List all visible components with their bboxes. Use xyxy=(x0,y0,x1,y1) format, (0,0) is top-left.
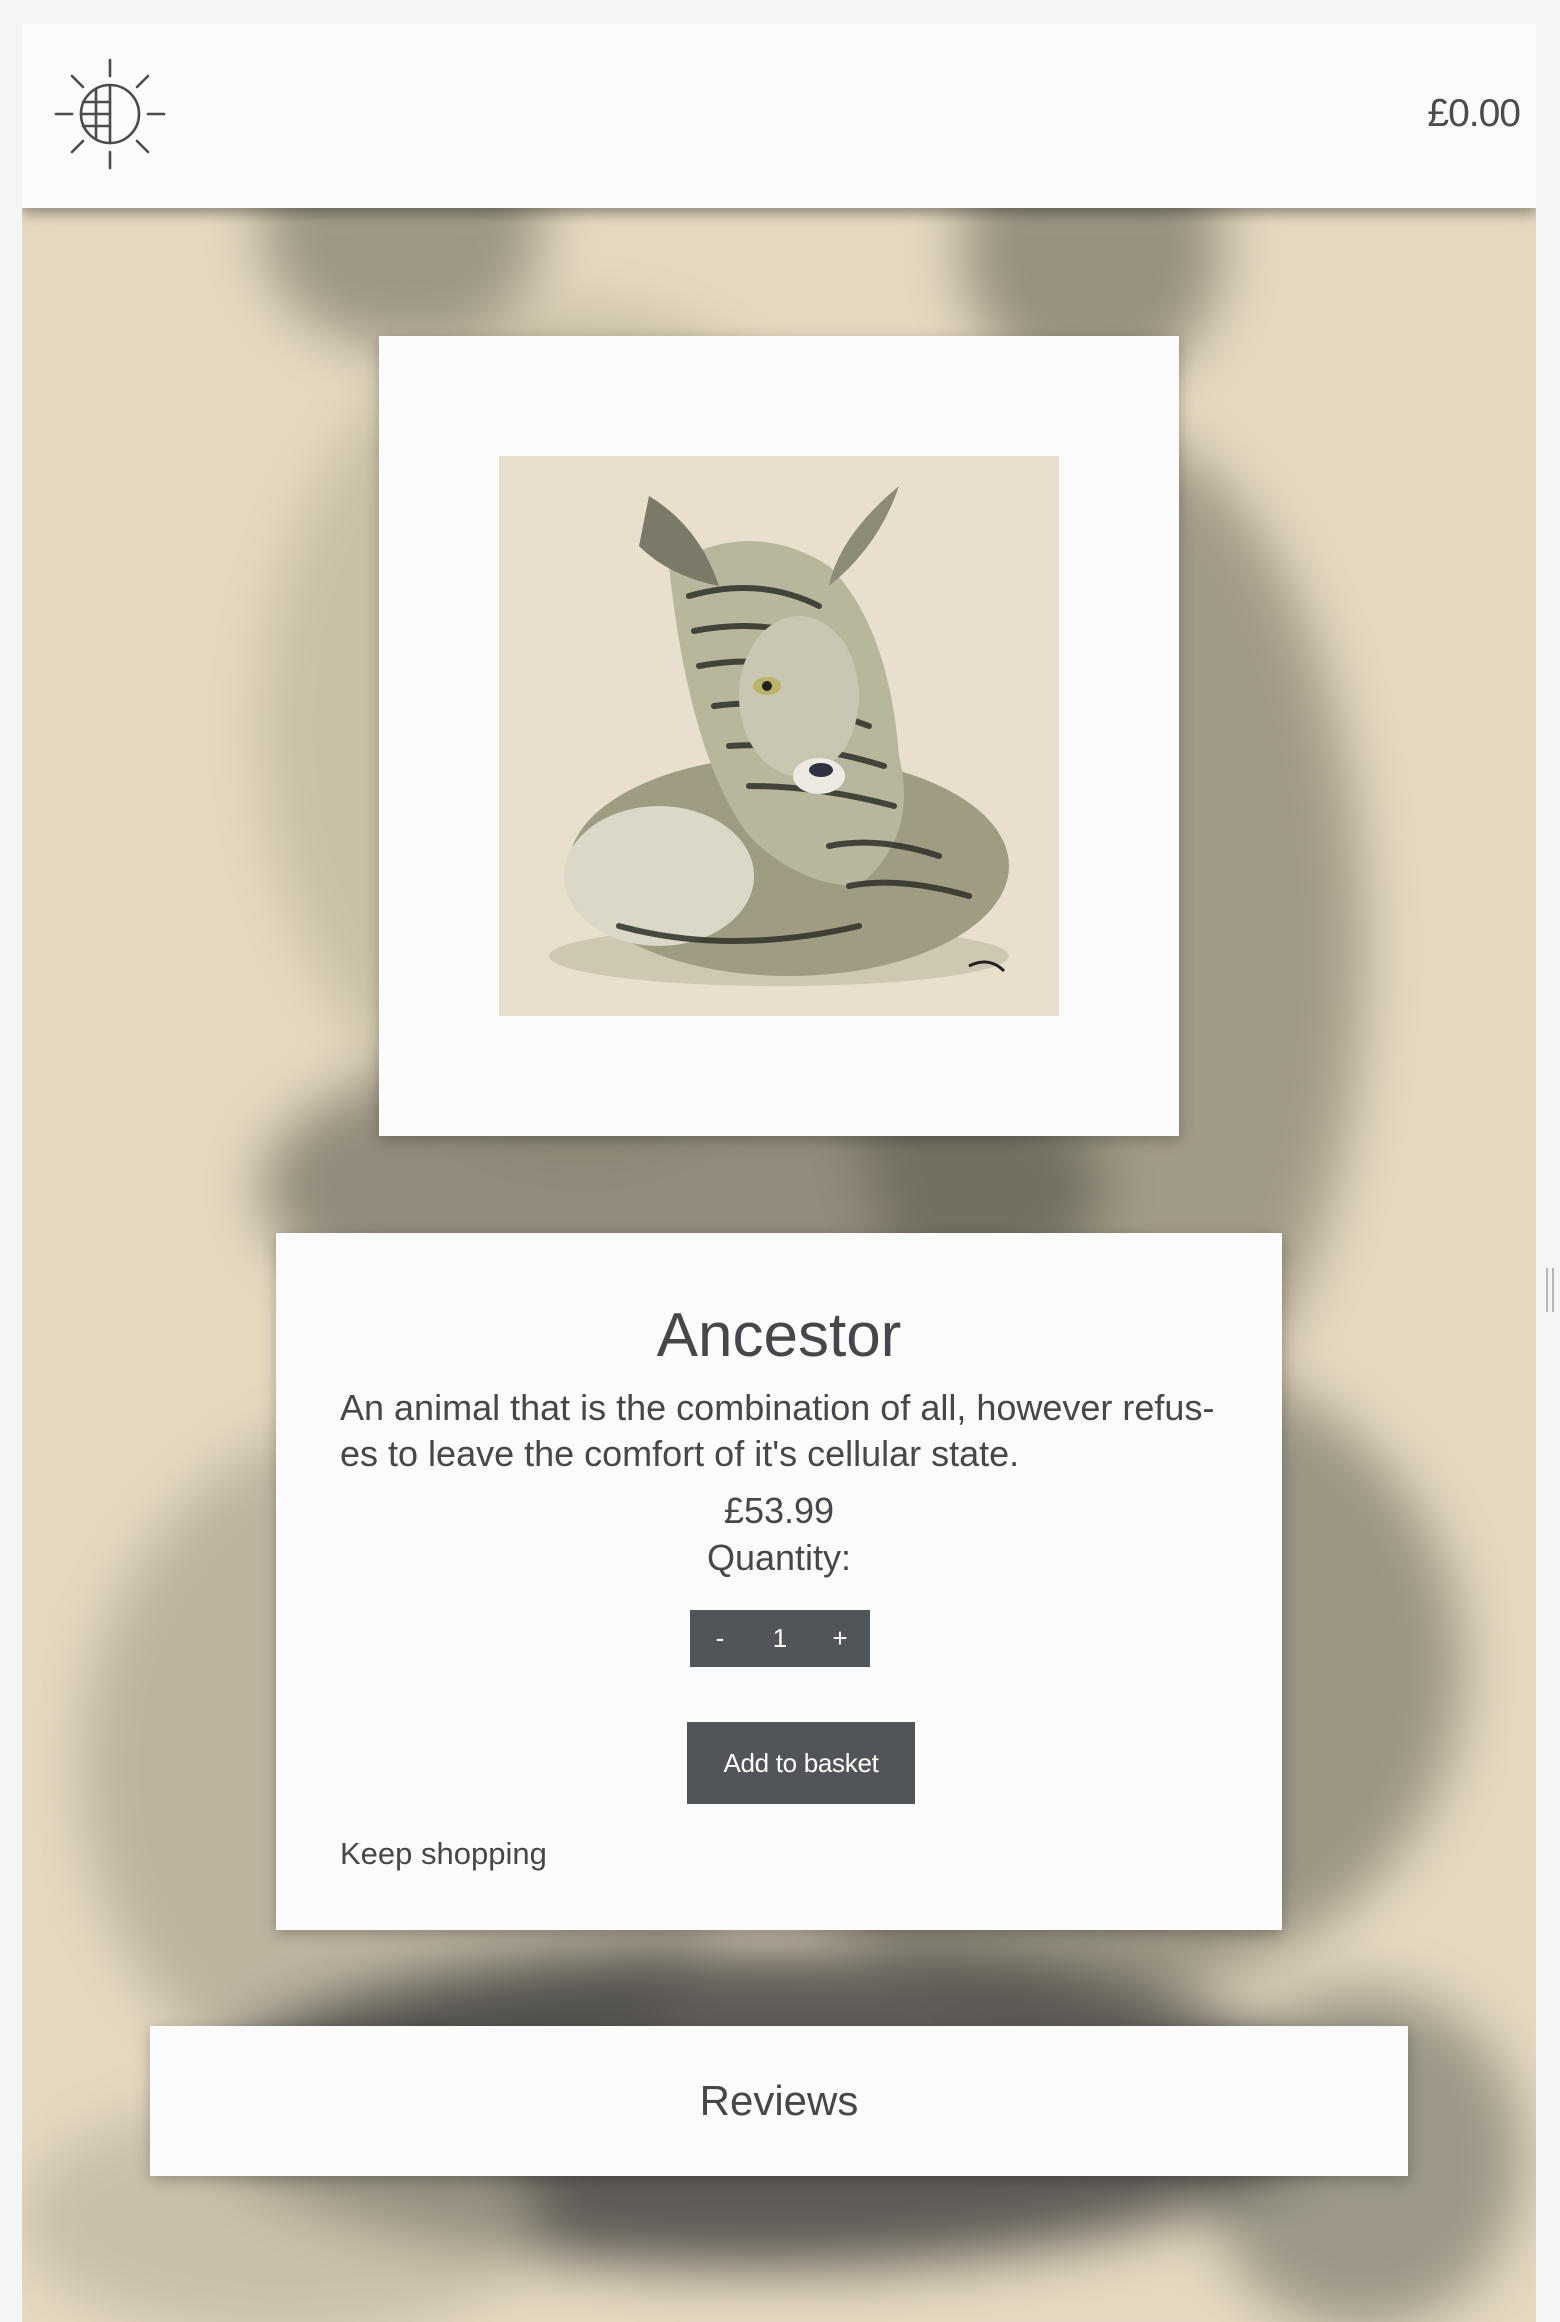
quantity-label: Quantity: xyxy=(706,1537,852,1578)
page: £0.00 Ancestor An animal that is the com… xyxy=(22,24,1536,2322)
product-image-card xyxy=(379,336,1179,1136)
reviews-heading[interactable]: Reviews xyxy=(150,2076,1408,2126)
product-description: An animal that is the combination of all… xyxy=(340,1387,1215,1474)
product-artwork-image xyxy=(499,456,1059,1016)
product-title: Ancestor xyxy=(656,1301,902,1370)
product-price: £53.99 xyxy=(723,1490,835,1531)
basket-total[interactable]: £0.00 xyxy=(1427,92,1521,136)
add-to-basket-button[interactable]: Add to basket xyxy=(687,1722,915,1804)
keep-shopping-link[interactable]: Keep shopping xyxy=(340,1836,547,1872)
product-details-card: Ancestor An animal that is the combinati… xyxy=(276,1233,1282,1930)
sun-globe-logo-icon[interactable] xyxy=(52,56,168,172)
reviews-section: Reviews xyxy=(150,2026,1408,2176)
scroll-handle[interactable] xyxy=(1546,1268,1554,1312)
quantity-stepper: - + xyxy=(690,1610,870,1667)
site-header: £0.00 xyxy=(22,24,1536,208)
decrement-button[interactable]: - xyxy=(690,1610,750,1667)
quantity-input[interactable] xyxy=(750,1623,810,1654)
increment-button[interactable]: + xyxy=(810,1610,870,1667)
